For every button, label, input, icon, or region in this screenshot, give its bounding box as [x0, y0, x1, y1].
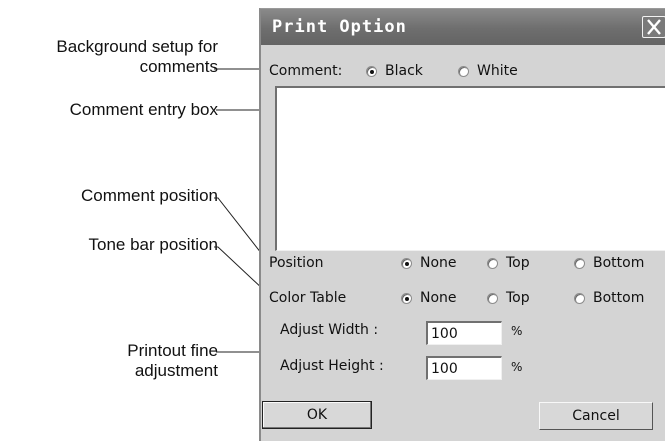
adjust-width-unit: % [511, 324, 523, 338]
position-none-label[interactable]: None [420, 255, 457, 271]
annotation-printout-line2: adjustment [134, 361, 218, 380]
print-option-dialog: Print Option Comment: Black White Positi… [259, 8, 665, 441]
position-label: Position [269, 255, 324, 271]
comment-black-label[interactable]: Black [385, 63, 423, 79]
annotation-background-setup-line2: comments [139, 57, 218, 76]
color-table-none-label[interactable]: None [420, 290, 457, 306]
dialog-titlebar[interactable]: Print Option [261, 9, 665, 45]
color-table-bottom-radio[interactable] [574, 293, 585, 304]
adjust-width-label: Adjust Width : [280, 322, 379, 338]
annotation-background-setup: Background setup for comments [0, 37, 218, 77]
color-table-none-radio[interactable] [401, 293, 412, 304]
position-bottom-label[interactable]: Bottom [593, 255, 644, 271]
annotation-printout-line1: Printout fine [127, 341, 218, 360]
position-bottom-radio[interactable] [574, 258, 585, 269]
adjust-height-unit: % [511, 360, 523, 374]
comment-label: Comment: [269, 63, 343, 79]
ok-button[interactable]: OK [262, 401, 372, 429]
annotation-comment-position: Comment position [80, 186, 218, 205]
annotation-printout-adjustment: Printout fine adjustment [0, 341, 218, 381]
annotation-background-setup-line1: Background setup for [56, 37, 218, 56]
adjust-width-input[interactable]: 100 [426, 321, 502, 345]
dialog-title: Print Option [272, 17, 407, 37]
adjust-height-label: Adjust Height : [280, 358, 384, 374]
leader-comment-position [214, 197, 266, 259]
leader-tone-bar-position [214, 246, 266, 292]
annotation-tone-bar-position: Tone bar position [88, 235, 218, 254]
color-table-label: Color Table [269, 290, 347, 306]
color-table-top-radio[interactable] [487, 293, 498, 304]
position-top-radio[interactable] [487, 258, 498, 269]
close-button[interactable] [642, 16, 665, 38]
comment-entry-box[interactable] [275, 86, 665, 251]
close-icon [647, 19, 661, 35]
position-top-label[interactable]: Top [506, 255, 530, 271]
adjust-height-input[interactable]: 100 [426, 356, 502, 380]
comment-black-radio[interactable] [366, 66, 377, 77]
color-table-top-label[interactable]: Top [506, 290, 530, 306]
color-table-bottom-label[interactable]: Bottom [593, 290, 644, 306]
position-none-radio[interactable] [401, 258, 412, 269]
comment-white-radio[interactable] [458, 66, 469, 77]
comment-white-label[interactable]: White [477, 63, 518, 79]
annotation-comment-entry-box: Comment entry box [69, 100, 218, 119]
cancel-button[interactable]: Cancel [539, 402, 653, 430]
